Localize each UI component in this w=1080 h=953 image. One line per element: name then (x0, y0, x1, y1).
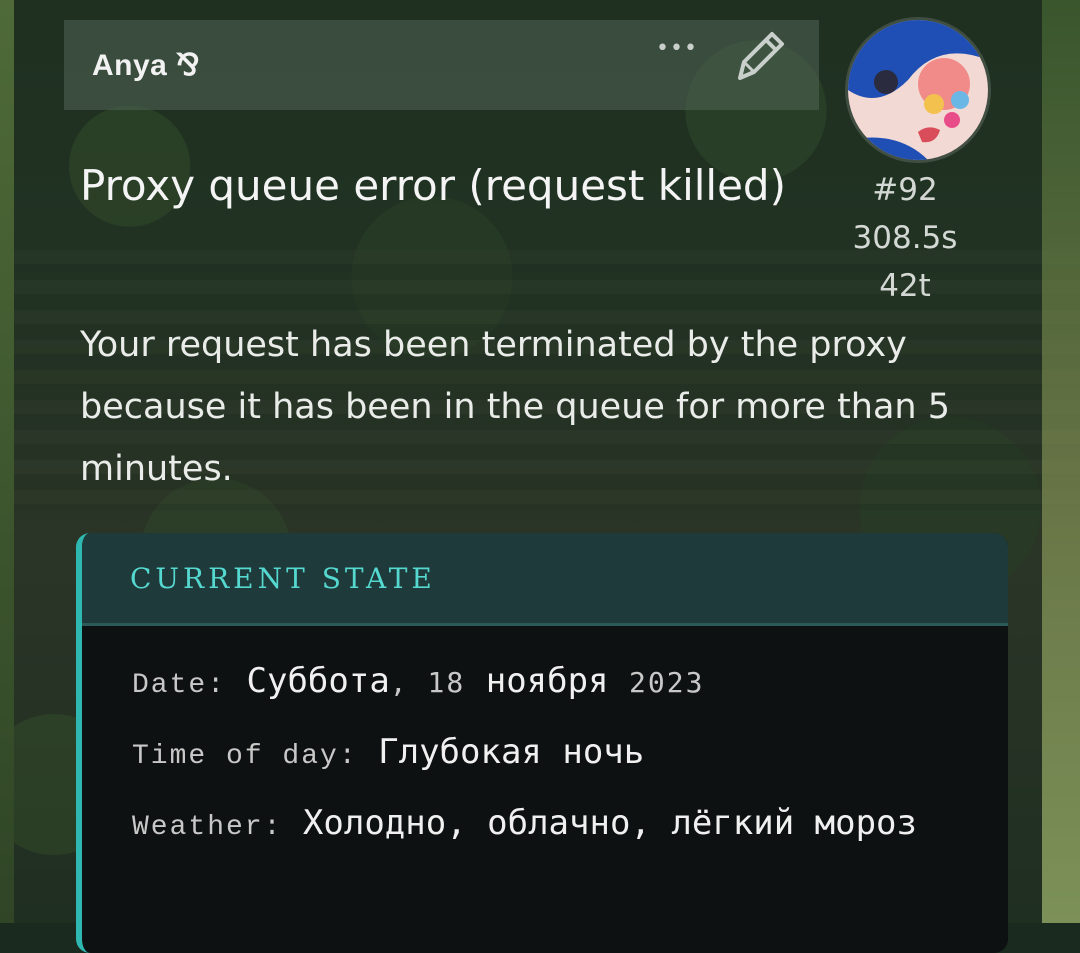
time-label: Time of day: (132, 741, 358, 772)
message-header: Anya ⅋ (64, 20, 819, 110)
token-count: 42t (879, 268, 931, 304)
weather-value: Холодно, облачно, лёгкий мороз (302, 803, 917, 843)
current-state-header: CURRENT STATE (82, 533, 1008, 626)
edit-pencil-icon[interactable] (730, 20, 786, 94)
response-time: 308.5s (852, 220, 958, 256)
more-options-icon[interactable]: ••• (656, 36, 698, 61)
current-state-panel: CURRENT STATE Date: Суббота, 18 ноября 2… (76, 533, 1008, 953)
message-text: Your request has been terminated by the … (80, 325, 951, 489)
author-name[interactable]: Anya ⅋ (92, 48, 200, 83)
message-number: #92 (872, 172, 938, 208)
date-month: ноября (485, 661, 609, 701)
date-row: Date: Суббота, 18 ноября 2023 (132, 661, 705, 701)
right-edge (1042, 0, 1080, 923)
left-edge (0, 0, 14, 923)
date-day: Суббота (246, 661, 390, 701)
message-title: Proxy queue error (request killed) (80, 161, 786, 210)
time-value: Глубокая ночь (378, 732, 645, 772)
weather-row: Weather: Холодно, облачно, лёгкий мороз (132, 790, 952, 861)
avatar[interactable] (848, 20, 988, 160)
current-state-title: CURRENT STATE (130, 561, 436, 595)
time-row: Time of day: Глубокая ночь (132, 719, 952, 790)
weather-label: Weather: (132, 812, 283, 843)
date-label: Date: (132, 670, 227, 701)
date-number: 18 (427, 666, 466, 699)
date-year: 2023 (629, 666, 705, 699)
current-state-body: Date: Суббота, 18 ноября 2023 Time of da… (82, 626, 952, 861)
message-meta: #92 308.5s 42t (830, 166, 980, 310)
